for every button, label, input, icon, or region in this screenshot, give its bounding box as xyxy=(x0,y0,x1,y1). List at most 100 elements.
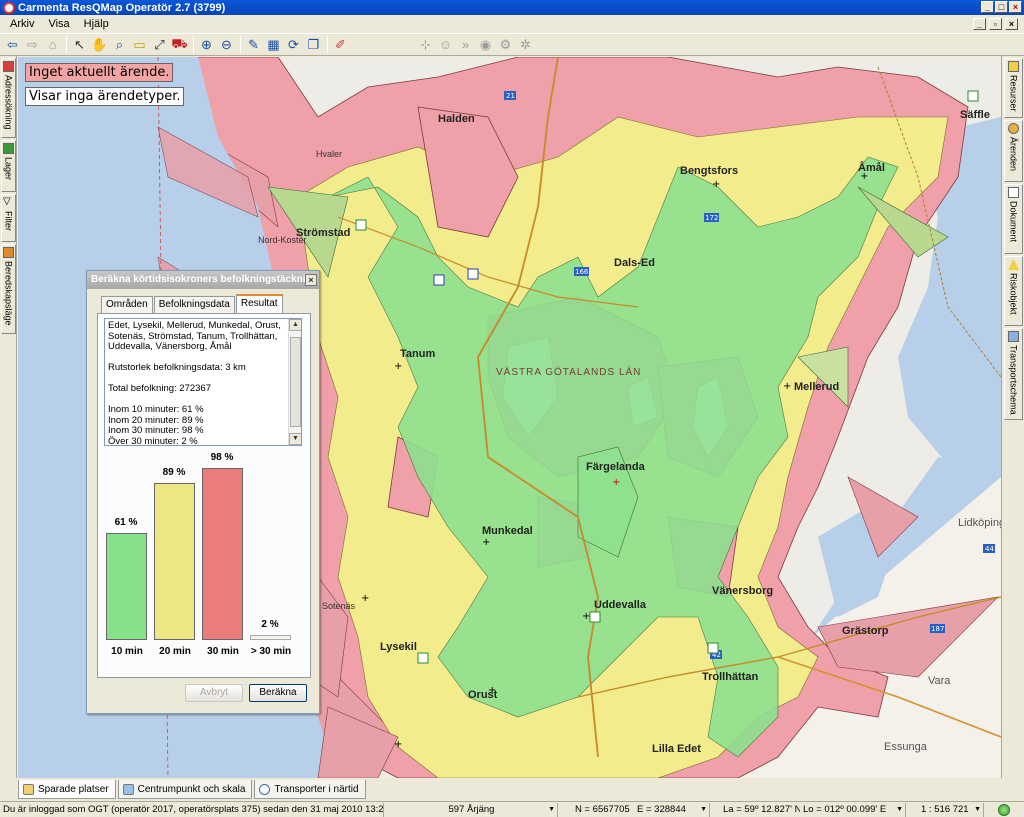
map-label-bengtsfors: Bengtsfors xyxy=(680,165,739,177)
svg-text:166: 166 xyxy=(575,268,589,276)
status-crs[interactable]: 597 Årjäng ▼ xyxy=(386,803,558,817)
tools-icon[interactable]: ✲ xyxy=(516,35,535,54)
result-scrollbar[interactable]: ▲ ▼ xyxy=(288,319,301,445)
tab-transporter[interactable]: Transporter i närtid xyxy=(254,780,366,799)
copy-icon[interactable]: ❐ xyxy=(304,35,323,54)
mdi-close-button[interactable]: × xyxy=(1005,18,1018,30)
minimize-button[interactable]: _ xyxy=(981,1,994,13)
play-icon[interactable]: » xyxy=(456,35,475,54)
map-label-orust: Orust xyxy=(468,689,498,701)
tab-resurser[interactable]: Resurser xyxy=(1004,58,1023,118)
measure-icon[interactable]: ▭ xyxy=(130,35,149,54)
resources-icon xyxy=(1008,61,1019,72)
svg-text:+: + xyxy=(394,739,402,750)
svg-text:172: 172 xyxy=(705,214,718,222)
result-line: Uddevalla, Vänersborg, Åmål xyxy=(108,341,232,352)
map-label-grastorp: Grästorp xyxy=(842,625,889,637)
maximize-button[interactable]: □ xyxy=(995,1,1008,13)
svg-text:+: + xyxy=(482,537,490,548)
edit-icon[interactable]: ✎ xyxy=(244,35,263,54)
compute-button[interactable]: Beräkna xyxy=(249,684,307,702)
bar-category-label: 10 min xyxy=(111,646,143,657)
svg-text:187: 187 xyxy=(931,625,944,633)
target-icon[interactable]: ⊹ xyxy=(416,35,435,54)
bar-30-min xyxy=(250,635,291,640)
home-icon[interactable]: ⌂ xyxy=(43,35,62,54)
scroll-down-icon[interactable]: ▼ xyxy=(289,433,301,445)
map-label-fargelanda: Färgelanda xyxy=(586,461,645,473)
tab-riskobjekt[interactable]: Riskobjekt xyxy=(1004,256,1023,326)
cases-icon xyxy=(1008,123,1019,134)
tab-beredskapslage[interactable]: Beredskapsläge xyxy=(1,244,16,334)
svg-text:21: 21 xyxy=(506,92,515,100)
result-line: Total befolkning: 272367 xyxy=(108,383,211,394)
svg-text:44: 44 xyxy=(985,545,994,553)
tab-resultat[interactable]: Resultat xyxy=(235,294,283,313)
result-line: Över 30 minuter: 2 % xyxy=(108,435,198,446)
map-label-vara: Vara xyxy=(928,675,951,687)
status-scale[interactable]: 1 : 516 721 ▼ xyxy=(918,803,984,817)
tab-dokument[interactable]: Dokument xyxy=(1004,184,1023,254)
mdi-minimize-button[interactable]: _ xyxy=(973,18,986,30)
tab-omraden[interactable]: Områden xyxy=(101,296,153,313)
map-label-halden: Halden xyxy=(438,113,475,125)
refresh-icon[interactable]: ⟳ xyxy=(284,35,303,54)
layers-icon[interactable]: ▦ xyxy=(264,35,283,54)
tab-arenden[interactable]: Ärenden xyxy=(1004,120,1023,182)
population-coverage-dialog: Beräkna körtidsisokroners befolkningstäc… xyxy=(86,270,320,714)
schedule-icon xyxy=(1008,331,1019,342)
bar-10-min xyxy=(106,532,147,640)
bar-category-label: 20 min xyxy=(159,646,191,657)
tab-sparade-platser[interactable]: Sparade platser xyxy=(18,780,116,799)
svg-text:+: + xyxy=(612,477,620,488)
dialog-title-bar[interactable]: Beräkna körtidsisokroners befolkningstäc… xyxy=(87,271,319,289)
mdi-restore-button[interactable]: ▫ xyxy=(989,18,1002,30)
zoom-box-icon[interactable]: ⌕ xyxy=(110,35,129,54)
scroll-thumb[interactable] xyxy=(290,337,301,427)
menu-arkiv[interactable]: Arkiv xyxy=(10,18,34,30)
left-panel-strip: Adressökning Lager ▽ Filter Beredskapslä… xyxy=(0,56,17,778)
forward-icon[interactable]: ⇨ xyxy=(23,35,42,54)
document-icon xyxy=(1008,187,1019,198)
tab-centrumpunkt[interactable]: Centrumpunkt och skala xyxy=(117,780,253,799)
pointer-icon[interactable]: ↖ xyxy=(70,35,89,54)
map-label-hvaler: Hvaler xyxy=(316,149,343,159)
tab-befolkningsdata[interactable]: Befolkningsdata xyxy=(153,296,235,313)
tab-lager[interactable]: Lager xyxy=(1,140,16,192)
eraser-icon[interactable]: ✐ xyxy=(331,35,350,54)
readiness-icon xyxy=(3,247,14,258)
tab-transportschema[interactable]: Transportschema xyxy=(1004,328,1023,420)
tab-filter[interactable]: ▽ Filter xyxy=(1,194,16,242)
person-icon[interactable]: ☺ xyxy=(436,35,455,54)
menu-bar: Arkiv Visa Hjälp _ ▫ × xyxy=(0,15,1024,33)
zoom-in-icon[interactable]: ⊕ xyxy=(197,35,216,54)
map-label-essunga: Essunga xyxy=(884,741,927,753)
dialog-close-button[interactable]: × xyxy=(305,274,317,286)
menu-hjalp[interactable]: Hjälp xyxy=(84,18,109,30)
map-label-vanersborg: Vänersborg xyxy=(712,585,774,597)
status-longitude[interactable]: Lo = 012º 00.099' E ▼ xyxy=(800,803,906,817)
back-icon[interactable]: ⇦ xyxy=(3,35,22,54)
route-icon[interactable]: ⛟ xyxy=(170,35,189,54)
result-line: Inom 30 minuter: 98 % xyxy=(108,425,204,436)
close-button[interactable]: × xyxy=(1009,1,1022,13)
cancel-button[interactable]: Avbryt xyxy=(185,684,243,702)
record-icon[interactable]: ◉ xyxy=(476,35,495,54)
filter-icon: ▽ xyxy=(3,197,14,208)
menu-visa[interactable]: Visa xyxy=(48,18,69,30)
tab-adressokning[interactable]: Adressökning xyxy=(1,58,16,138)
bar-value-label: 89 % xyxy=(162,467,186,479)
status-easting[interactable]: E = 328844 ▼ xyxy=(634,803,710,817)
dialog-tabs: Områden Befolkningsdata Resultat xyxy=(101,294,284,313)
zoom-out-icon[interactable]: ⊖ xyxy=(217,35,236,54)
latlon-dropdown-icon: ▼ xyxy=(896,806,903,813)
hand-pan-icon[interactable]: ✋ xyxy=(90,35,109,54)
settings-icon[interactable]: ⚙ xyxy=(496,35,515,54)
scroll-up-icon[interactable]: ▲ xyxy=(289,319,301,331)
bar-30-min xyxy=(202,467,243,640)
arrow-xy-icon[interactable]: ⤢ xyxy=(150,35,169,54)
svg-text:+: + xyxy=(394,361,402,372)
bar-20-min xyxy=(154,483,195,640)
result-textbox[interactable]: Edet, Lysekil, Mellerud, Munkedal, Orust… xyxy=(104,318,302,446)
map-region-label: VÄSTRA GÖTALANDS LÄN xyxy=(496,367,642,378)
